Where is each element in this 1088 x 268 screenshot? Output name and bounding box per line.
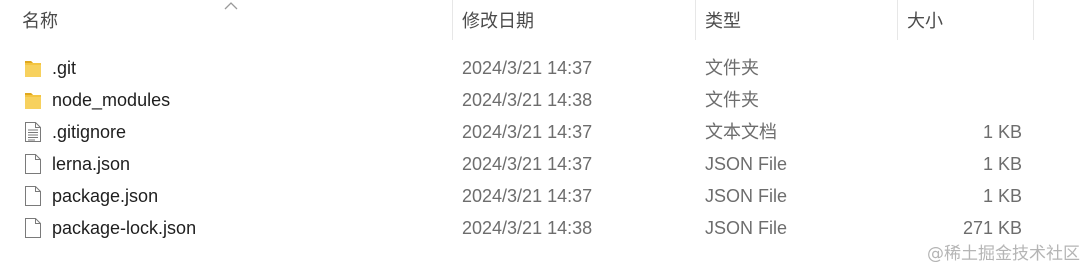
column-divider[interactable] (897, 0, 898, 40)
file-icon (25, 218, 41, 238)
file-row[interactable]: package-lock.json 2024/3/21 14:38 JSON F… (0, 212, 1088, 244)
file-name: .gitignore (52, 122, 127, 142)
column-header-name[interactable]: 名称 (22, 0, 58, 40)
file-name: node_modules (52, 90, 171, 110)
column-divider[interactable] (452, 0, 453, 40)
text-document-icon (25, 122, 41, 142)
file-type: JSON File (705, 154, 788, 174)
sort-ascending-icon (224, 2, 238, 10)
file-row[interactable]: .git 2024/3/21 14:37 文件夹 (0, 52, 1088, 84)
folder-icon (25, 93, 41, 109)
column-header-type[interactable]: 类型 (705, 0, 741, 40)
file-date: 2024/3/21 14:37 (462, 186, 593, 206)
file-date: 2024/3/21 14:37 (462, 58, 593, 78)
file-name: .git (52, 58, 77, 78)
file-type: 文本文档 (705, 122, 777, 142)
column-divider[interactable] (1033, 0, 1034, 40)
file-row[interactable]: package.json 2024/3/21 14:37 JSON File 1… (0, 180, 1088, 212)
file-size: 1 KB (982, 122, 1022, 142)
file-type: 文件夹 (705, 58, 759, 78)
watermark: @稀土掘金技术社区 (927, 244, 1080, 264)
file-type: 文件夹 (705, 90, 759, 110)
column-divider[interactable] (695, 0, 696, 40)
file-row[interactable]: node_modules 2024/3/21 14:38 文件夹 (0, 84, 1088, 116)
file-size: 1 KB (982, 154, 1022, 174)
file-type: JSON File (705, 186, 788, 206)
folder-icon (25, 61, 41, 77)
file-size: 1 KB (982, 186, 1022, 206)
file-row[interactable]: .gitignore 2024/3/21 14:37 文本文档 1 KB (0, 116, 1088, 148)
file-type: JSON File (705, 218, 788, 238)
file-row[interactable]: lerna.json 2024/3/21 14:37 JSON File 1 K… (0, 148, 1088, 180)
file-icon (25, 154, 41, 174)
file-date: 2024/3/21 14:37 (462, 122, 593, 142)
file-date: 2024/3/21 14:38 (462, 218, 593, 238)
column-header-size[interactable]: 大小 (907, 0, 943, 40)
file-date: 2024/3/21 14:37 (462, 154, 593, 174)
column-header-bar: 名称 修改日期 类型 大小 (0, 0, 1088, 40)
file-name: package.json (52, 186, 159, 206)
file-name: lerna.json (52, 154, 131, 174)
column-header-date[interactable]: 修改日期 (462, 0, 534, 40)
file-date: 2024/3/21 14:38 (462, 90, 593, 110)
file-icon (25, 186, 41, 206)
file-name: package-lock.json (52, 218, 197, 238)
